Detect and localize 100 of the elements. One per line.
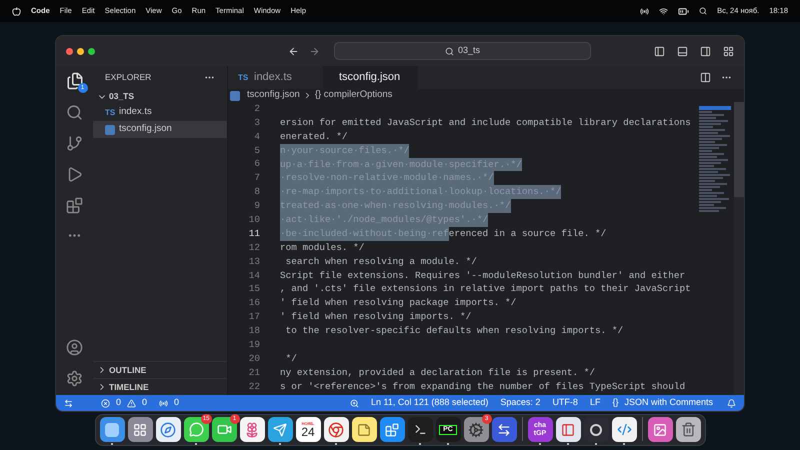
indentation[interactable]: Spaces: 2 [500,396,540,410]
secondary-sidebar-toggle-icon[interactable] [700,46,711,56]
file-name: index.ts [119,105,152,120]
dock-app-icon[interactable] [324,417,348,442]
line-number: 2 [253,102,260,116]
remote-icon[interactable] [64,398,73,408]
code-text: erenced in a source file. */ [448,226,606,241]
line-number: 19 [248,338,260,352]
trash-icon [680,422,696,437]
account-icon[interactable] [66,339,83,356]
dock-app-icon[interactable] [612,417,636,442]
editor-tab[interactable]: TS index.ts [228,66,323,89]
json-file-icon [105,124,115,134]
flower-icon [244,422,260,438]
run-debug-icon[interactable] [66,166,83,183]
section-header[interactable]: OUTLINE [93,361,227,378]
dock-app-icon[interactable] [492,417,516,442]
breadcrumb-item[interactable]: tsconfig.json [247,88,300,103]
dock-app-icon[interactable] [184,417,208,442]
dock-app-icon[interactable] [556,417,580,442]
cursor-position[interactable]: Ln 11, Col 121 (888 selected) [370,396,488,410]
command-search-field[interactable]: 03_ts [334,42,591,60]
dock-app-icon[interactable] [268,417,292,442]
line-number: 15 [248,282,260,296]
status-icon[interactable] [640,6,650,16]
editor-tab[interactable]: tsconfig.json [323,66,418,89]
code-text: ' field when resolving package imports. */ [280,296,516,310]
line-number: 17 [248,310,260,324]
ports-count[interactable]: 0 [174,396,180,410]
extensions-icon[interactable] [66,197,83,214]
json-file-icon [230,90,240,100]
code-text: ersion for emitted JavaScript and include compatible library declarations [280,116,691,130]
dock-app-icon[interactable] [676,417,700,442]
settings-icon[interactable] [66,370,83,387]
line-number: 9 [253,199,260,214]
panel-toggle-icon[interactable] [677,46,688,56]
minimize-button[interactable] [77,48,84,54]
wifi-icon[interactable] [659,6,668,16]
back-icon[interactable] [288,46,299,56]
error-icon [101,398,110,408]
source-control-icon[interactable] [66,135,83,152]
scrollbar[interactable] [734,102,744,395]
explorer-icon[interactable] [66,72,84,90]
code-text: enerated. */ [280,130,348,144]
dock-app-icon[interactable] [584,417,608,442]
ports-icon [159,398,168,408]
breadcrumb-item[interactable]: {} compilerOptions [314,88,392,103]
dock-app-icon[interactable] [100,417,124,442]
warning-count[interactable]: 0 [142,396,148,410]
battery-icon[interactable] [678,6,690,16]
line-number: 13 [248,254,260,269]
section-title: TIMELINE [109,380,149,394]
line-number: 4 [253,130,260,144]
terminal-icon [414,423,426,436]
code-text: ' field when resolving imports. */ [280,310,472,324]
line-number: 14 [248,268,260,283]
code-text: rom modules. */ [280,240,364,255]
language-mode[interactable]: JSON with Comments [624,396,713,410]
dock-app-icon[interactable] [380,417,404,442]
error-count[interactable]: 0 [116,396,122,410]
notifications-icon[interactable] [727,398,736,408]
dock-app-icon[interactable] [128,417,152,442]
dock-app-icon[interactable] [156,417,180,442]
file-tree-row[interactable]: TS index.ts [93,104,227,121]
folder-item[interactable]: 03_TS [93,89,227,104]
forward-icon[interactable] [309,46,320,56]
line-number: 3 [253,116,260,130]
code-text: to the resolver-specific defaults when resolving imports. */ [284,324,624,338]
code-text: search when resolving a module. */ [284,254,477,269]
search-icon[interactable] [699,7,708,15]
zoom-icon[interactable] [350,398,359,408]
app-store-icon [385,422,399,436]
line-number: 11 [248,226,260,241]
dock-app-icon[interactable] [352,417,376,442]
line-number: 8 [253,185,260,200]
compass-icon [160,422,176,438]
typescript-file-icon: TS [105,106,119,118]
dock-app-icon[interactable] [408,417,432,442]
gear-icon [468,422,484,438]
sidebar-toggle-icon[interactable] [654,46,665,56]
calendar-day: 24 [301,426,315,438]
dock-app-icon[interactable] [212,417,236,442]
line-number: 22 [248,380,260,394]
line-number: 16 [248,296,260,310]
dock-app-icon[interactable] [648,417,672,442]
file-name: tsconfig.json [119,122,172,136]
line-number: 18 [248,324,260,338]
line-ending[interactable]: LF [590,396,600,410]
file-tree-row[interactable]: tsconfig.json [93,121,227,138]
zoom-button[interactable] [88,48,95,54]
line-number: 5 [253,144,260,158]
encoding[interactable]: UTF-8 [552,396,578,410]
apple-logo-icon[interactable] [12,6,21,16]
chat-bubble-icon [188,422,204,437]
split-editor-icon[interactable] [700,72,711,83]
close-button[interactable] [66,48,73,54]
dock-app-icon[interactable] [240,417,264,442]
layout-icon[interactable] [723,46,734,56]
line-number: 12 [248,240,260,255]
sidebar-title: EXPLORER [105,71,152,84]
